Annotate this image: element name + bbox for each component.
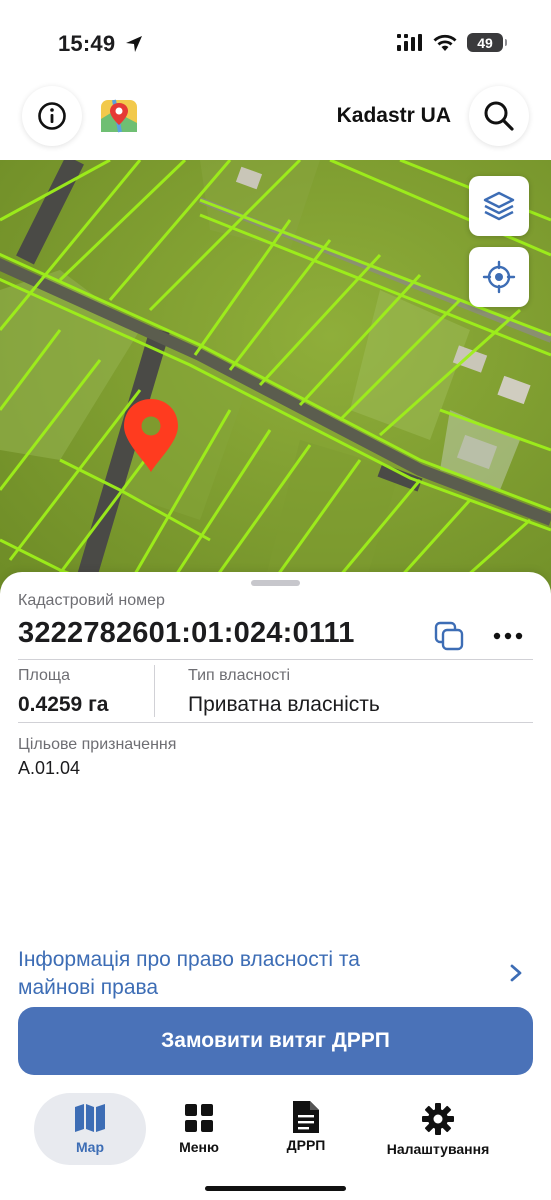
info-button[interactable] [22,86,82,146]
tab-drrp[interactable]: ДРРП [266,1093,346,1165]
battery-indicator: 49 [467,33,507,52]
document-icon [293,1101,319,1133]
copy-icon [434,621,464,651]
wifi-icon [433,34,457,51]
order-extract-button[interactable]: Замовити витяг ДРРП [18,1007,533,1075]
area-value: 0.4259 га [18,693,109,716]
more-horizontal-icon [493,632,523,640]
status-bar: 15:49 49 [0,0,551,90]
chevron-right-icon[interactable] [506,961,526,985]
search-icon [484,101,514,131]
home-indicator [205,1186,346,1191]
cad-number: 3222782601:01:024:0111 [18,617,355,649]
tab-menu[interactable]: Меню [160,1093,238,1165]
divider [18,722,533,723]
tab-settings[interactable]: Налаштування [380,1093,496,1165]
tab-bar: Map Меню ДРРП Налаштування [0,1085,551,1200]
layers-icon [483,191,515,221]
crosshair-icon [482,260,516,294]
tab-menu-label: Меню [179,1139,219,1155]
purpose-value: A.01.04 [18,758,81,778]
ownership-label: Тип власності [188,667,291,684]
map-icon [75,1104,105,1132]
tab-drrp-label: ДРРП [286,1137,326,1153]
ownership-rights-link[interactable]: Інформація про право власності та майнов… [18,946,458,1002]
tab-settings-label: Налаштування [386,1141,490,1157]
location-arrow-icon [126,36,142,52]
tab-map[interactable]: Map [34,1093,146,1165]
cellular-signal-icon [397,33,422,51]
rights-link-line2: майнові права [18,976,159,999]
more-options-button[interactable] [490,622,526,650]
locate-me-button[interactable] [469,247,529,307]
divider [18,659,533,660]
search-button[interactable] [469,86,529,146]
status-indicators: 49 [397,33,507,52]
copy-button[interactable] [432,619,466,653]
cad-number-label: Кадастровий номер [18,592,165,609]
status-time: 15:49 [58,31,116,56]
grid-icon [185,1104,213,1132]
app-title: Kadastr UA [336,104,451,127]
ownership-value: Приватна власність [188,693,380,716]
app-header: Kadastr UA [0,80,551,160]
tab-map-label: Map [76,1139,104,1155]
map-pin-logo-icon [101,99,137,133]
gear-icon [422,1103,454,1135]
area-label: Площа [18,667,70,684]
parcel-info-sheet: Кадастровий номер 3222782601:01:024:0111… [0,572,551,1090]
map-view[interactable] [0,160,551,600]
vertical-divider [154,665,155,717]
purpose-label: Цільове призначення [18,736,177,753]
rights-link-line1: Інформація про право власності та [18,948,360,971]
layers-button[interactable] [469,176,529,236]
sheet-grabber[interactable] [251,580,300,586]
info-icon [38,102,66,130]
